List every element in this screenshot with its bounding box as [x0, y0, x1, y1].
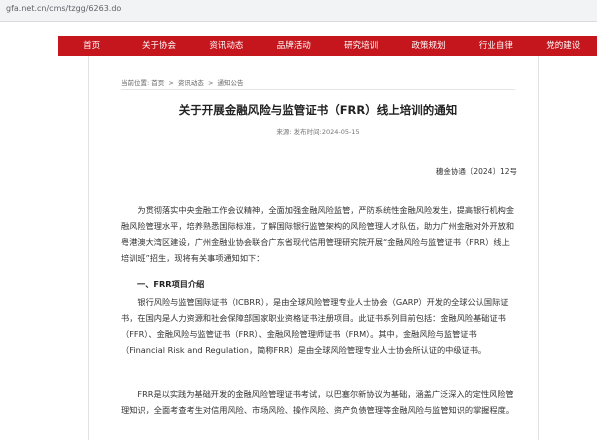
- breadcrumb-link-news[interactable]: 资讯动态: [178, 79, 204, 87]
- nav-item-about[interactable]: 关于协会: [125, 36, 192, 56]
- nav-item-events[interactable]: 品牌活动: [260, 36, 327, 56]
- intro-paragraph: 为贯彻落实中央金融工作会议精神，全面加强金融风险监管，严防系统性金融风险发生，提…: [121, 205, 515, 263]
- document-number: 穗金协通〔2024〕12号: [435, 167, 517, 176]
- article-title: 关于开展金融风险与监管证书（FRR）线上培训的通知: [178, 103, 458, 117]
- nav-item-home[interactable]: 首页: [58, 36, 125, 56]
- section1-paragraph-2: FRR是以实践为基础开发的金融风险管理证书考试，以巴塞尔新协议为基础，涵盖广泛深…: [121, 389, 515, 415]
- nav-item-research[interactable]: 研究培训: [328, 36, 395, 56]
- breadcrumb: 当前位置: 首页 > 资讯动态 > 通知公告: [121, 77, 244, 87]
- browser-address-bar[interactable]: gfa.net.cn/cms/tzgg/6263.do: [0, 0, 597, 22]
- breadcrumb-separator: >: [168, 79, 174, 87]
- breadcrumb-separator: >: [207, 79, 214, 87]
- nav-item-self-regulation[interactable]: 行业自律: [462, 36, 529, 56]
- article-intro: 为贯彻落实中央金融工作会议精神，全面加强金融风险监管，严防系统性金融风险发生，提…: [121, 202, 515, 266]
- nav-item-party-building[interactable]: 党的建设: [530, 36, 597, 56]
- main-nav: 首页 关于协会 资讯动态 品牌活动 研究培训 政策规划 行业自律 党的建设: [58, 36, 597, 56]
- nav-item-news[interactable]: 资讯动态: [193, 36, 260, 56]
- breadcrumb-prefix: 当前位置:: [121, 79, 150, 87]
- breadcrumb-link-home[interactable]: 首页: [151, 79, 164, 87]
- section1-paragraph-1: 银行风险与监管国际证书（ICBRR），是由全球风险管理专业人士协会（GARP）开…: [121, 297, 509, 355]
- section1-body-2: FRR是以实践为基础开发的金融风险管理证书考试，以巴塞尔新协议为基础，涵盖广泛深…: [121, 386, 515, 418]
- article-meta: 来源: 发布时间:2024-05-15: [276, 128, 360, 136]
- section1-body: 银行风险与监管国际证书（ICBRR），是由全球风险管理专业人士协会（GARP）开…: [121, 294, 515, 358]
- url-text[interactable]: gfa.net.cn/cms/tzgg/6263.do: [6, 4, 121, 13]
- nav-item-policy[interactable]: 政策规划: [395, 36, 462, 56]
- breadcrumb-link-notices[interactable]: 通知公告: [218, 79, 244, 87]
- section-heading: 一、FRR项目介绍: [137, 279, 205, 289]
- breadcrumb-divider: [121, 89, 515, 90]
